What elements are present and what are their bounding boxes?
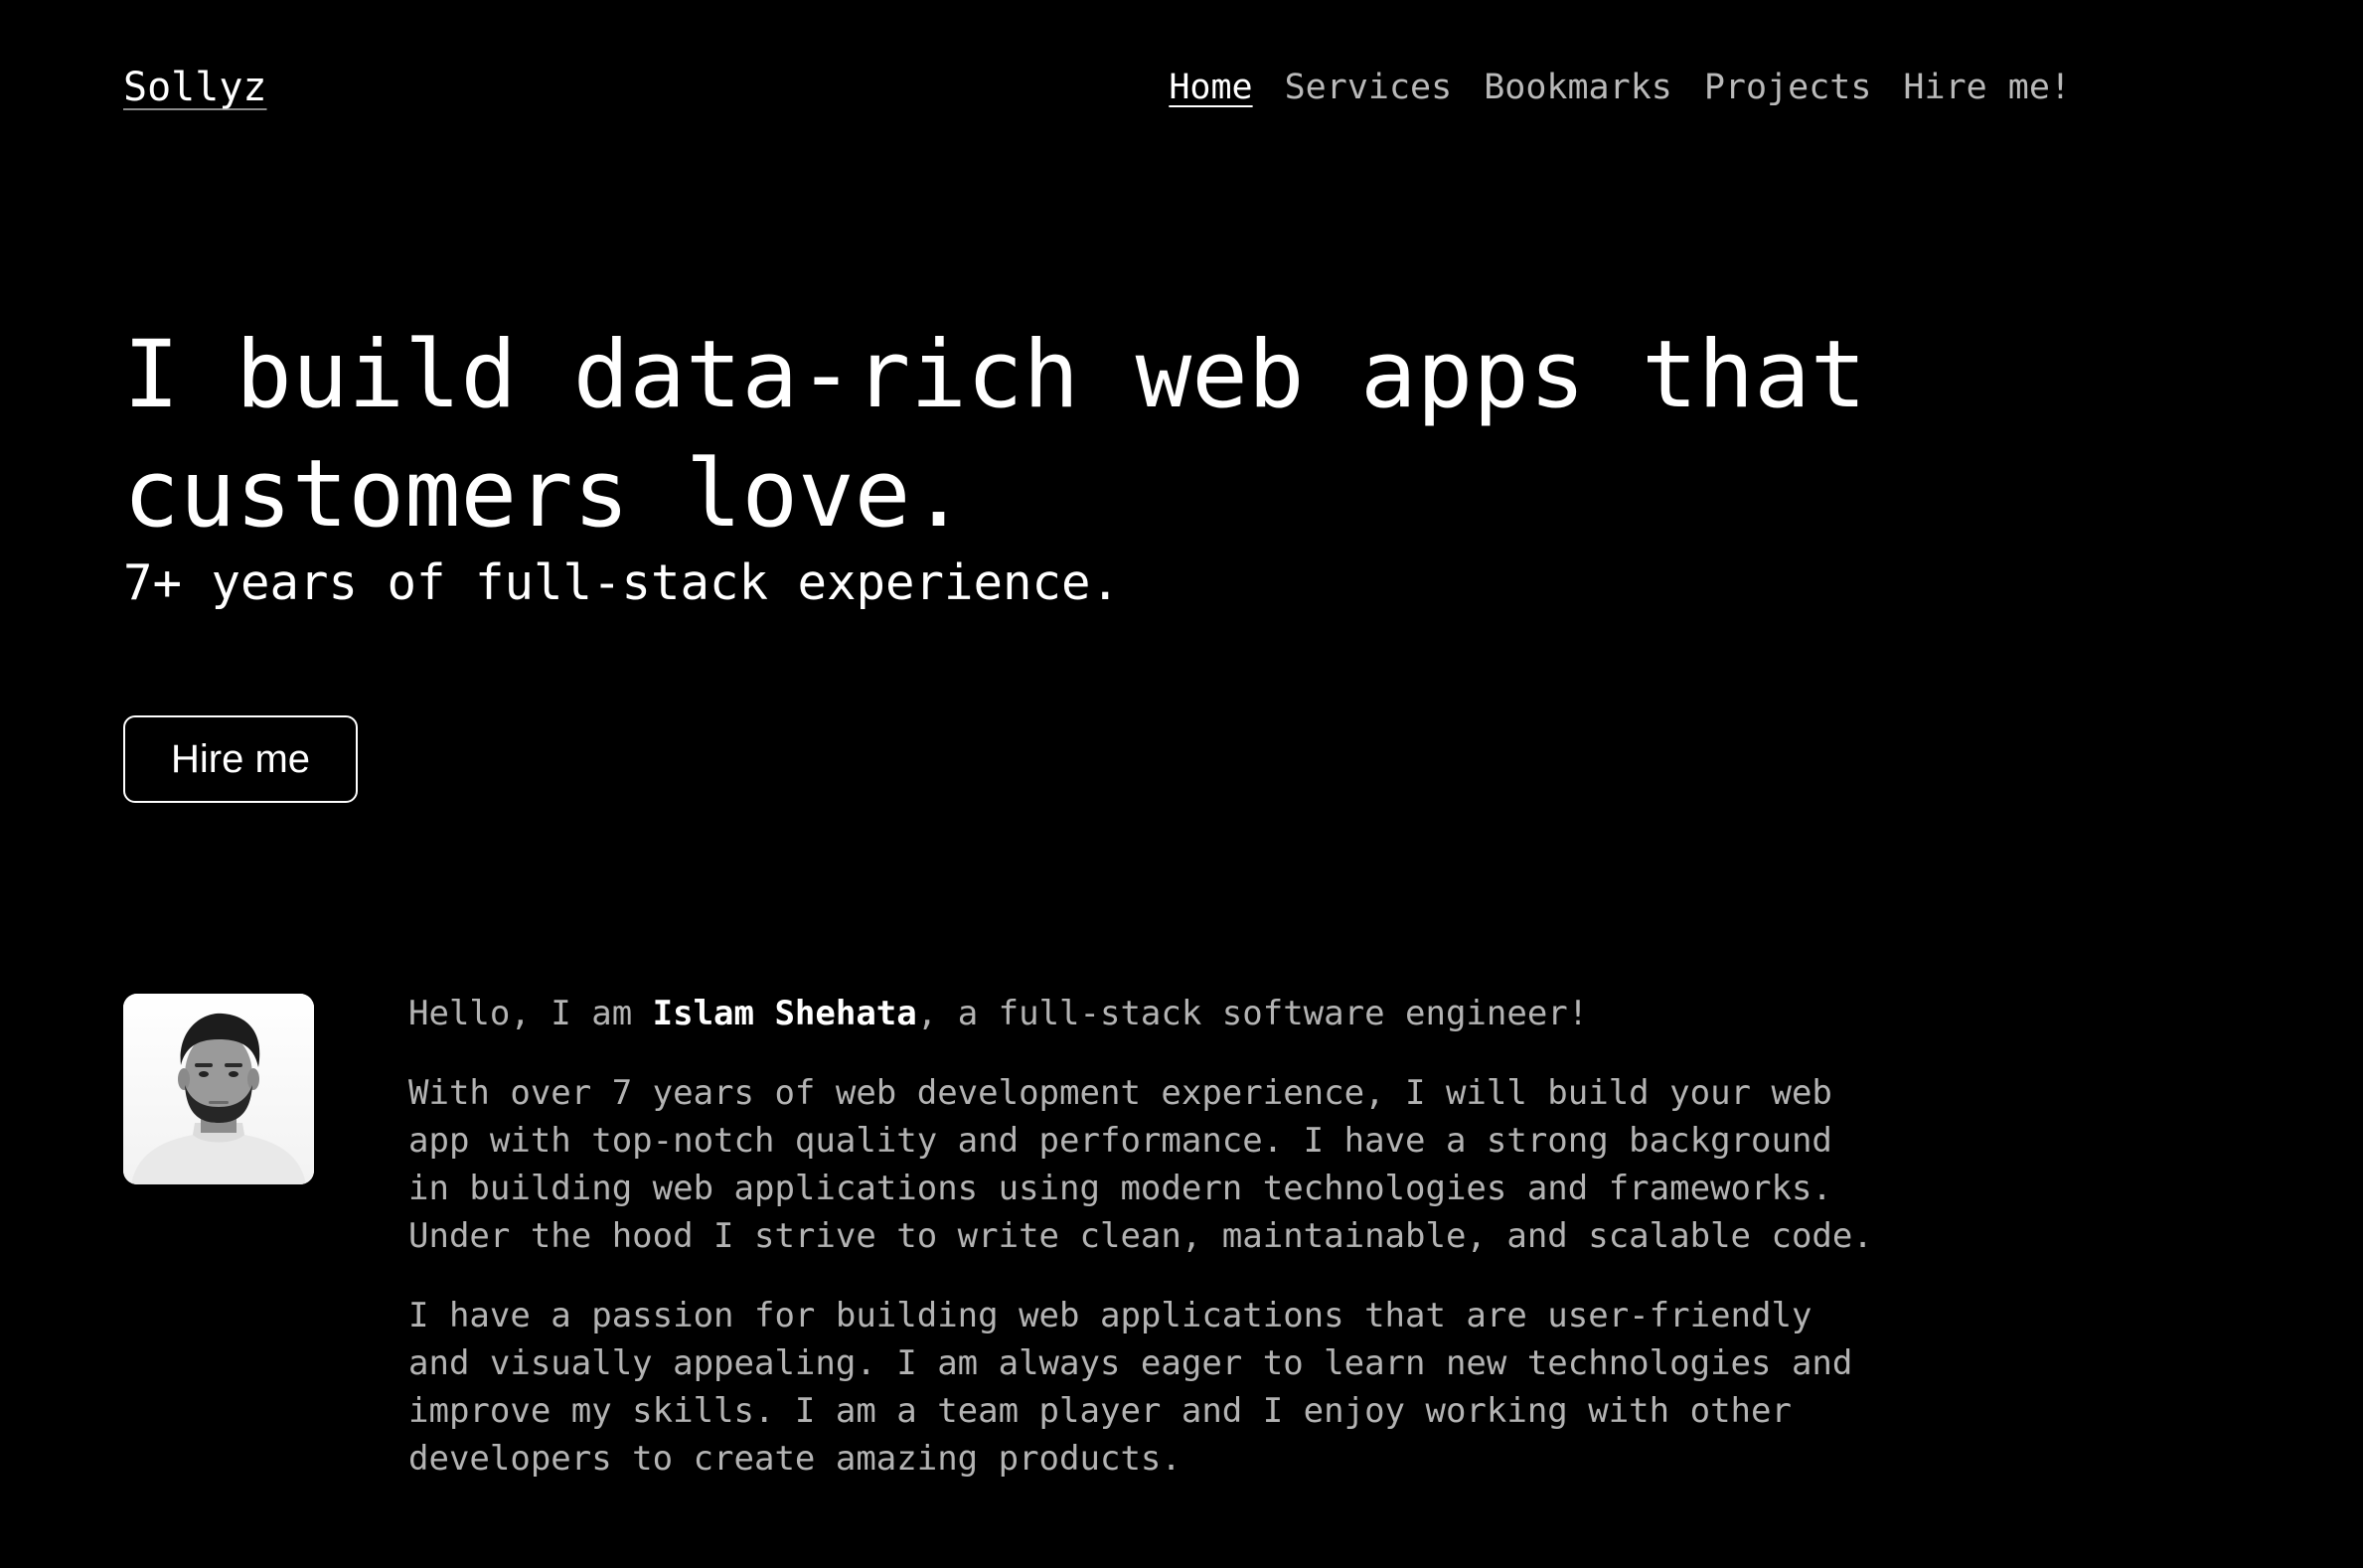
- hero-title: I build data-rich web apps that customer…: [123, 321, 1867, 549]
- hero-subtitle: 7+ years of full-stack experience.: [123, 554, 1121, 611]
- portrait-photo-icon: [123, 994, 314, 1184]
- nav-item-home[interactable]: Home: [1169, 64, 1252, 111]
- page: Sollyz Home Services Bookmarks Projects …: [0, 0, 2363, 1568]
- about-paragraph-1: With over 7 years of web development exp…: [408, 1073, 1873, 1256]
- site-header: Sollyz Home Services Bookmarks Projects …: [123, 58, 2071, 117]
- about-paragraph-2: I have a passion for building web applic…: [408, 1296, 1853, 1479]
- intro-line: Hello, I am Islam Shehata, a full-stack …: [408, 990, 1879, 1037]
- main-nav: Home Services Bookmarks Projects Hire me…: [1169, 64, 2071, 111]
- nav-item-projects[interactable]: Projects: [1704, 64, 1872, 111]
- intro-suffix: , a full-stack software engineer!: [916, 994, 1589, 1033]
- avatar: [123, 994, 314, 1184]
- intro-prefix: Hello, I am: [408, 994, 653, 1033]
- hire-me-button[interactable]: Hire me: [123, 715, 358, 803]
- nav-item-hire-me[interactable]: Hire me!: [1903, 64, 2071, 111]
- author-name: Islam Shehata: [652, 994, 917, 1033]
- brand-logo-link[interactable]: Sollyz: [123, 62, 267, 113]
- nav-item-bookmarks[interactable]: Bookmarks: [1484, 64, 1672, 111]
- nav-item-services[interactable]: Services: [1285, 64, 1453, 111]
- about-section: Hello, I am Islam Shehata, a full-stack …: [408, 990, 1879, 1514]
